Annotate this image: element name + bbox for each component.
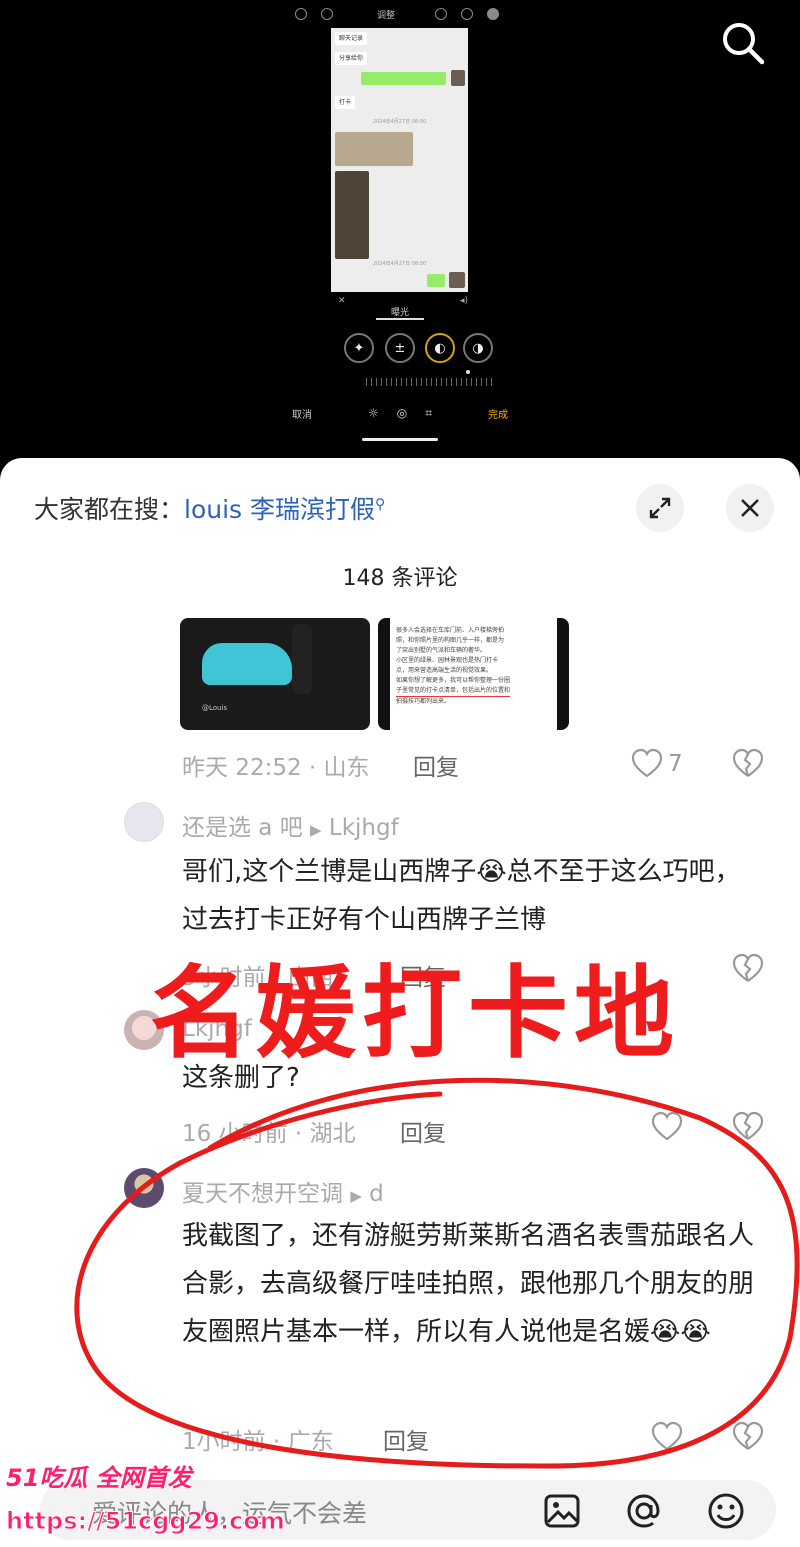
chat-image (335, 132, 413, 166)
person-image (292, 624, 312, 694)
cancel-button[interactable]: 取消 (292, 406, 312, 421)
home-indicator (362, 438, 438, 441)
auto-icon[interactable] (461, 8, 474, 20)
chat-text-image: 很多人会选择在车库门前、入户楼梯旁拍 照，和你照片里的构图几乎一样，都是为 了突… (390, 618, 557, 730)
eye-icon[interactable] (435, 8, 448, 20)
chat-bubble: 分享给你 (335, 52, 368, 65)
comment-sheet: 大家都在搜：louis 李瑞滨打假⚲ 148 条评论 @Louis 很多人会选择… (0, 458, 800, 1547)
heart-icon[interactable] (650, 1420, 684, 1454)
close-button[interactable] (726, 484, 774, 532)
brilliance-icon[interactable]: ◐ (425, 333, 455, 363)
comment-image[interactable]: 很多人会选择在车库门前、入户楼梯旁拍 照，和你照片里的构图几乎一样，都是为 了突… (378, 618, 569, 730)
image-text-line: 小区里的绿景、园林景观也是热门打卡 (396, 657, 499, 664)
expand-button[interactable] (636, 484, 684, 532)
mention-icon[interactable] (624, 1491, 664, 1531)
reply-arrow-icon: ▶ (310, 821, 322, 839)
contrast-icon[interactable]: ◑ (463, 333, 493, 363)
chat-bubble (427, 274, 445, 287)
avatar[interactable] (124, 1168, 164, 1208)
chat-bubble: 打卡 (335, 96, 356, 109)
expand-icon (649, 497, 671, 519)
editor-bottom-bar: 取消 ☼ ◎ ⌗ 完成 (292, 406, 508, 421)
filter-mode-icon[interactable]: ◎ (397, 406, 407, 421)
volume-icon[interactable]: ◂) (460, 296, 468, 306)
search-keyword[interactable]: louis 李瑞滨打假 (184, 495, 375, 524)
comment-text: 我截图了，还有游艇劳斯莱斯名酒名表雪茄跟名人合影，去高级餐厅哇哇拍照，跟他那几个… (182, 1221, 755, 1347)
overlay-caption: 名媛打卡地 (150, 955, 680, 1072)
editor-top-icons: 调整 (295, 6, 510, 22)
broken-heart-icon[interactable] (731, 952, 765, 986)
avatar (449, 272, 465, 288)
broken-heart-icon[interactable] (731, 747, 765, 781)
chat-screenshot-preview: 聊天记录 分享给你 打卡 2024年4月27日 08:00 2024年4月27日… (331, 28, 468, 292)
chat-image (335, 171, 369, 259)
image-text-line: 很多人会选择在车库门前、入户楼梯旁拍 (396, 627, 505, 634)
image-text-line: 子里常见的打卡点清单，包括出片的位置和 (396, 686, 511, 697)
username-text: 夏天不想开空调 (182, 1181, 343, 1207)
chat-bubble: 聊天记录 (335, 32, 368, 45)
reply-arrow-icon: ▶ (350, 1187, 362, 1205)
broken-heart-icon[interactable] (731, 1420, 765, 1454)
watermark-url: https://51cgg29.com (6, 1507, 286, 1536)
heart-icon (631, 748, 663, 778)
magic-wand-icon[interactable]: ✦ (344, 333, 374, 363)
comment-time: 1小时前 · 广东 (182, 1429, 334, 1455)
image-text-line: 如果你想了解更多，我可以帮你整理一份圈 (396, 677, 511, 684)
chat-timestamp: 2024年4月27日 08:00 (372, 119, 427, 125)
done-button[interactable]: 完成 (488, 406, 508, 421)
emoji-icon[interactable] (706, 1491, 746, 1531)
photo-editor: 调整 聊天记录 分享给你 打卡 2024年4月27日 08:00 2024年4月… (0, 0, 800, 470)
editor-mode-tabs: ☼ ◎ ⌗ (368, 406, 432, 421)
undo-icon[interactable] (295, 8, 307, 20)
image-caption: @Louis (202, 704, 228, 712)
comment-text: 哥们,这个兰博是山西牌子😭总不至于这么巧吧，过去打卡正好有个山西牌子兰博 (182, 857, 741, 935)
search-small-icon: ⚲ (375, 496, 386, 513)
watermark-brand: 51吃瓜 全网首发 (6, 1464, 192, 1492)
adjust-label: 曝光 (390, 308, 409, 318)
image-text-line: 了突出别墅的气派和车辆的奢华。 (396, 647, 487, 654)
broken-heart-icon[interactable] (731, 1110, 765, 1144)
avatar (451, 70, 465, 86)
chat-timestamp: 2024年4月27日 08:00 (372, 261, 427, 267)
reply-button[interactable]: 回复 (413, 748, 459, 782)
search-icon[interactable] (720, 20, 766, 66)
close-icon[interactable]: ✕ (338, 296, 346, 306)
reply-button[interactable]: 回复 (383, 1422, 429, 1456)
exposure-icon[interactable]: ± (385, 333, 415, 363)
image-text-line: 点，用来营造高端生活的视觉效果。 (396, 667, 493, 674)
watermark: 51吃瓜 全网首发 https://51cgg29.com (6, 1458, 286, 1536)
comment-username[interactable]: 夏天不想开空调 ▶ d (182, 1174, 384, 1208)
like-count: 7 (668, 751, 683, 777)
image-icon[interactable] (542, 1491, 582, 1531)
adjust-indicator (376, 318, 424, 320)
username-text: 还是选 a 吧 (182, 815, 303, 841)
slider-marker (466, 370, 470, 374)
comment-count: 148 条评论 (342, 566, 458, 591)
adjust-mode-icon[interactable]: ☼ (368, 406, 379, 421)
crop-mode-icon[interactable]: ⌗ (425, 406, 432, 421)
redo-icon[interactable] (321, 8, 333, 20)
reply-to-name: d (369, 1181, 384, 1207)
search-suggestion[interactable]: 大家都在搜：louis 李瑞滨打假⚲ (34, 490, 385, 526)
comment-time: 16 小时前 · 湖北 (182, 1121, 356, 1147)
reply-button[interactable]: 回复 (400, 1114, 446, 1148)
more-icon[interactable] (487, 8, 500, 20)
image-text-line: 拍摄技巧都列出来。 (396, 698, 451, 705)
avatar[interactable] (124, 802, 164, 842)
search-prefix: 大家都在搜： (34, 495, 185, 524)
chat-bubble (361, 72, 446, 85)
comment-image[interactable]: @Louis (180, 618, 370, 730)
image-text-line: 照，和你照片里的构图几乎一样，都是为 (396, 637, 505, 644)
comment-time: 昨天 22:52 · 山东 (182, 755, 370, 781)
editor-title: 调整 (377, 10, 396, 21)
heart-icon[interactable] (650, 1110, 684, 1144)
reply-to-name: Lkjhgf (328, 815, 399, 841)
close-icon (741, 499, 759, 517)
like-button[interactable]: 7 (630, 747, 683, 781)
adjust-slider[interactable] (366, 378, 496, 386)
comment-username[interactable]: 还是选 a 吧 ▶ Lkjhgf (182, 808, 399, 842)
car-image (202, 643, 292, 685)
